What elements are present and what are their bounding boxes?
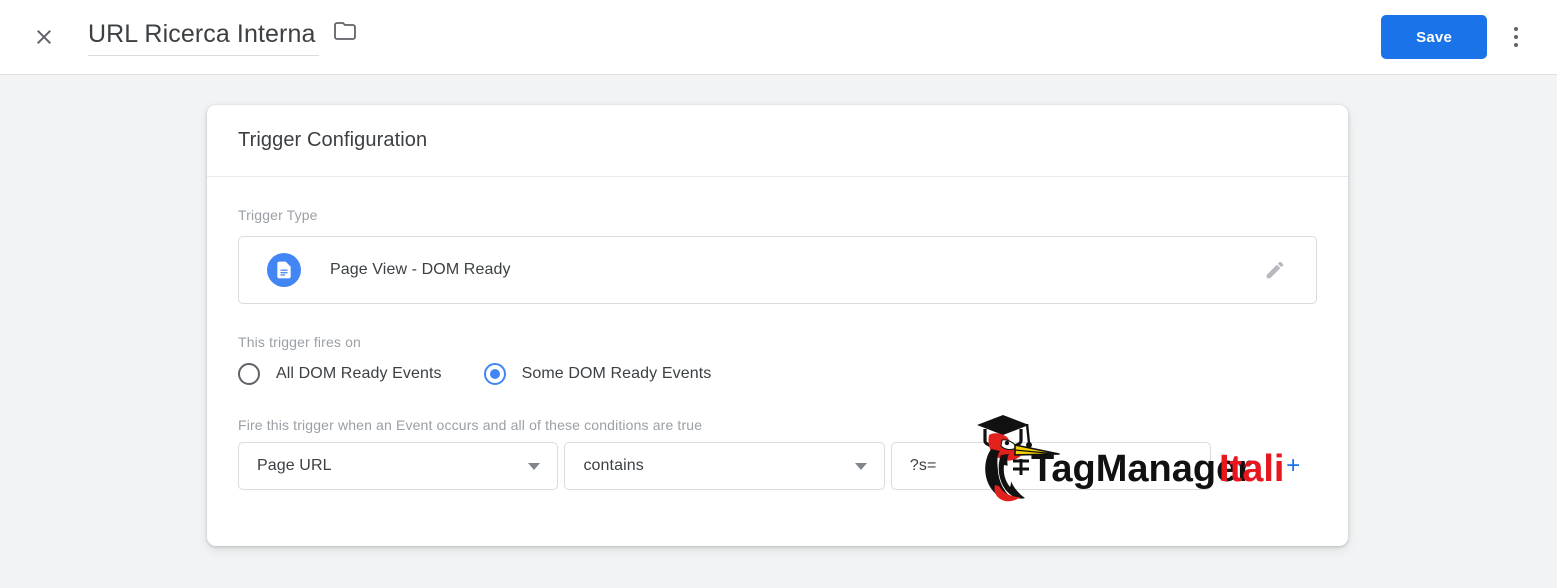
radio-circle-unselected <box>238 363 260 385</box>
chevron-down-icon <box>528 463 541 470</box>
trigger-type-selector[interactable]: Page View - DOM Ready <box>238 236 1317 304</box>
kebab-dot <box>1514 35 1518 39</box>
card-title: Trigger Configuration <box>238 129 428 151</box>
radio-circle-selected <box>483 363 506 385</box>
kebab-dot <box>1514 43 1518 47</box>
top-app-bar: URL Ricerca Interna Save <box>0 0 1557 75</box>
trigger-type-label: Trigger Type <box>238 207 318 223</box>
condition-value-input[interactable] <box>890 442 1212 490</box>
radio-label: Some DOM Ready Events <box>521 365 712 382</box>
condition-operator-value: contains <box>583 457 644 474</box>
more-vert-icon[interactable] <box>1497 15 1535 59</box>
topbar-actions: Save <box>1381 15 1557 59</box>
condition-variable-value: Page URL <box>257 457 332 474</box>
trigger-configuration-card: Trigger Configuration Trigger Type Page … <box>207 105 1348 546</box>
condition-variable-select[interactable]: Page URL <box>238 442 559 490</box>
fires-on-radio-group: All DOM Ready Events Some DOM Ready Even… <box>238 363 1317 385</box>
chevron-down-icon <box>854 463 867 470</box>
save-button[interactable]: Save <box>1381 15 1487 59</box>
pencil-icon[interactable] <box>1260 255 1290 285</box>
radio-label: All DOM Ready Events <box>276 365 442 382</box>
radio-some-dom-ready-events[interactable]: Some DOM Ready Events <box>483 363 712 385</box>
remove-condition-button[interactable]: − <box>1220 442 1268 490</box>
close-button[interactable] <box>20 13 68 61</box>
condition-row: Page URL contains − + <box>238 442 1317 490</box>
folder-icon[interactable] <box>333 19 357 56</box>
radio-all-dom-ready-events[interactable]: All DOM Ready Events <box>238 363 442 385</box>
fires-on-label: This trigger fires on <box>238 334 361 350</box>
page-view-icon <box>267 253 301 287</box>
kebab-dot <box>1514 27 1518 31</box>
trigger-type-name: Page View - DOM Ready <box>330 261 511 278</box>
condition-operator-select[interactable]: contains <box>564 442 885 490</box>
add-condition-button[interactable]: + <box>1269 442 1317 490</box>
title-area: URL Ricerca Interna <box>88 19 357 56</box>
conditions-label: Fire this trigger when an Event occurs a… <box>238 417 703 433</box>
close-icon <box>32 25 56 49</box>
card-header: Trigger Configuration <box>207 105 1348 177</box>
trigger-name-input[interactable]: URL Ricerca Interna <box>88 19 320 56</box>
card-body: Trigger Type Page View - DOM Ready This … <box>207 177 1348 502</box>
